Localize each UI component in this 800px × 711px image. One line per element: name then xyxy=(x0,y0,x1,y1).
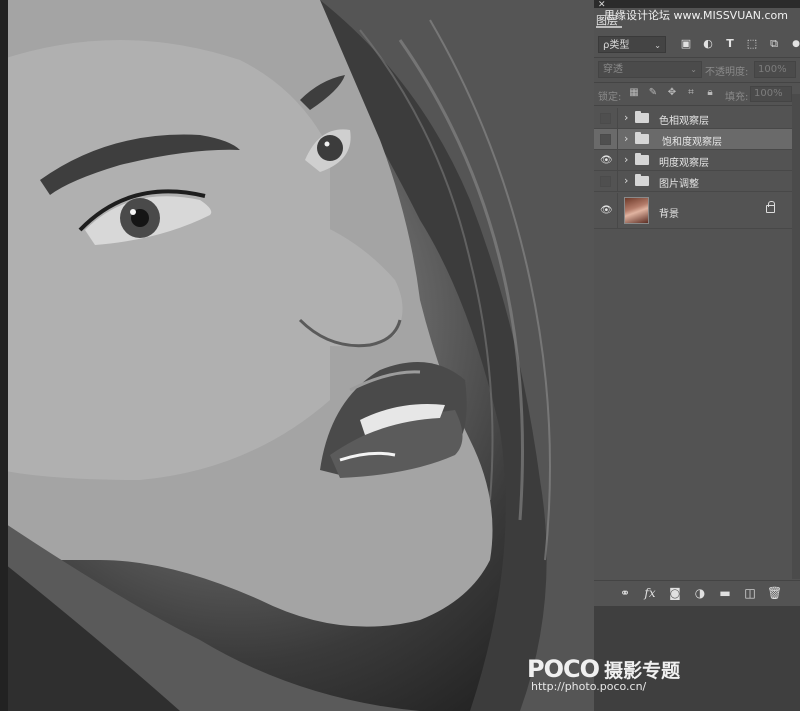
new-layer-icon[interactable]: ◫ xyxy=(743,586,757,600)
layer-name: 饱和度观察层 xyxy=(662,137,722,148)
group-folder-icon[interactable]: ▬ xyxy=(718,586,732,600)
column-divider xyxy=(617,150,618,170)
link-icon[interactable]: ⚭ xyxy=(618,586,632,600)
image-filter-icon[interactable]: ▣ xyxy=(680,38,692,50)
adjustment-icon[interactable]: ◑ xyxy=(693,586,707,600)
visibility-toggle[interactable] xyxy=(600,113,611,124)
layer-name: 图片调整 xyxy=(659,179,699,190)
adjustment-filter-icon[interactable]: ◐ xyxy=(702,38,714,50)
divider xyxy=(594,57,800,58)
shape-filter-icon[interactable]: ⬚ xyxy=(746,38,758,50)
layer-name: 背景 xyxy=(659,209,679,220)
portrait-photo xyxy=(0,0,594,711)
layer-row-lightness[interactable]: 👁︎ › 明度观察层 xyxy=(594,150,792,171)
layer-row-hue[interactable]: › 色相观察层 xyxy=(594,108,792,129)
layers-bottom-bar: ⚭ fx ◙ ◑ ▬ ◫ 🗑︎ xyxy=(594,580,800,606)
lock-transparent-pixels-icon[interactable]: ▦ xyxy=(628,87,640,99)
eye-icon[interactable]: 👁︎ xyxy=(600,205,613,216)
layer-name: 明度观察层 xyxy=(659,158,709,169)
column-divider xyxy=(617,193,618,228)
lock-image-pixels-icon[interactable]: ✎ xyxy=(647,87,659,99)
blend-mode-label: 穿透 xyxy=(603,64,623,75)
column-divider xyxy=(617,171,618,191)
column-divider xyxy=(617,108,618,128)
type-filter-icon[interactable]: T xyxy=(724,38,736,50)
filter-type-label: ρ类型 xyxy=(603,40,630,51)
folder-icon xyxy=(635,153,649,165)
mask-icon[interactable]: ◙ xyxy=(668,586,682,600)
lock-all-icon[interactable]: 🔒︎ xyxy=(704,87,716,99)
expand-arrow-icon[interactable]: › xyxy=(624,111,628,124)
layer-name: 色相观察层 xyxy=(659,116,709,127)
fill-label: 填充: xyxy=(725,92,749,103)
visibility-toggle[interactable] xyxy=(600,176,611,187)
expand-arrow-icon[interactable]: › xyxy=(624,132,628,145)
column-divider xyxy=(617,129,618,149)
opacity-field[interactable]: 100% xyxy=(754,61,796,78)
lock-artboard-icon[interactable]: ⌗ xyxy=(685,87,697,99)
folder-icon xyxy=(635,174,649,186)
poco-subtitle: 摄影专题 xyxy=(604,660,681,682)
lock-icon xyxy=(766,201,775,213)
filter-toggle-icon[interactable]: ● xyxy=(790,38,800,50)
lock-label: 锁定: xyxy=(598,92,622,103)
tab-underline xyxy=(596,26,622,28)
divider xyxy=(594,105,800,106)
expand-arrow-icon[interactable]: › xyxy=(624,174,628,187)
folder-icon xyxy=(635,132,649,144)
poco-brand: POCO xyxy=(527,655,600,683)
layer-row-background[interactable]: 👁︎ 背景 xyxy=(594,193,792,229)
divider xyxy=(594,82,800,83)
fill-field[interactable]: 100% xyxy=(750,86,792,102)
poco-watermark: POCO 摄影专题 xyxy=(527,655,680,683)
expand-arrow-icon[interactable]: › xyxy=(624,153,628,166)
smart-object-filter-icon[interactable]: ⧉ xyxy=(768,38,780,50)
eye-icon[interactable]: 👁︎ xyxy=(600,155,613,166)
trash-icon[interactable]: 🗑︎ xyxy=(767,586,782,600)
filter-type-select[interactable]: ρ类型 ⌄ xyxy=(598,36,666,53)
layers-scrollbar[interactable] xyxy=(792,94,800,579)
layers-panel: ✕ 思缘设计论坛 www.MISSVUAN.com 图层 ρ类型 ⌄ ▣ ◐ T… xyxy=(594,0,800,711)
visibility-toggle[interactable] xyxy=(600,134,611,145)
lock-position-icon[interactable]: ✥ xyxy=(666,87,678,99)
chevron-down-icon: ⌄ xyxy=(654,41,661,50)
layer-thumbnail xyxy=(624,197,649,224)
poco-url: http://photo.poco.cn/ xyxy=(531,680,647,693)
folder-icon xyxy=(635,111,649,123)
fx-icon[interactable]: fx xyxy=(643,586,657,600)
opacity-label: 不透明度: xyxy=(705,67,749,78)
layer-row-image-adjust[interactable]: › 图片调整 xyxy=(594,171,792,192)
watermark-top-text: 思缘设计论坛 www.MISSVUAN.com xyxy=(604,9,788,22)
blend-mode-select[interactable]: 穿透 ⌄ xyxy=(598,61,702,78)
document-canvas[interactable] xyxy=(0,0,594,711)
chevron-down-icon: ⌄ xyxy=(690,65,697,74)
layer-row-saturation[interactable]: › 饱和度观察层 xyxy=(594,129,792,150)
layer-filter-row: ρ类型 ⌄ ▣ ◐ T ⬚ ⧉ ● xyxy=(594,34,800,56)
